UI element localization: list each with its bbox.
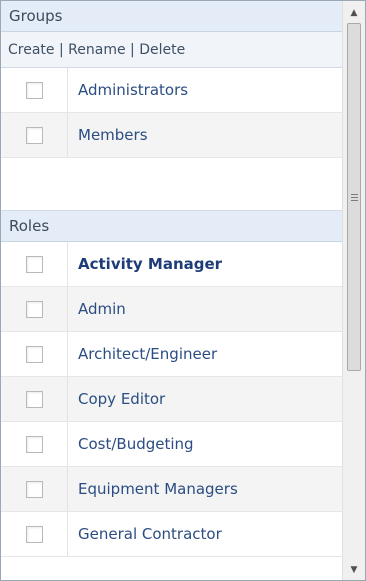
rename-group-link[interactable]: Rename <box>68 42 125 58</box>
scroll-down-arrow-icon[interactable]: ▼ <box>343 560 365 580</box>
role-checkbox-admin[interactable] <box>25 300 43 318</box>
role-label[interactable]: Cost/Budgeting <box>68 422 343 466</box>
role-checkbox-copy-editor[interactable] <box>25 390 43 408</box>
role-row-admin[interactable]: Admin <box>1 287 343 332</box>
scroll-up-arrow-icon[interactable]: ▲ <box>343 3 365 23</box>
role-row-architect-engineer[interactable]: Architect/Engineer <box>1 332 343 377</box>
groups-empty-space <box>1 158 343 211</box>
group-checkbox-administrators[interactable] <box>25 81 43 99</box>
checkbox-cell <box>1 287 68 331</box>
scrollbar-thumb[interactable] <box>347 23 361 371</box>
permissions-panel: Groups Create | Rename | Delete Administ… <box>0 0 366 581</box>
role-row-activity-manager[interactable]: Activity Manager <box>1 242 343 287</box>
checkbox-cell <box>1 68 68 112</box>
panel-content: Groups Create | Rename | Delete Administ… <box>1 1 343 580</box>
action-separator: | <box>58 42 64 58</box>
checkbox-cell <box>1 467 68 511</box>
role-label[interactable]: Equipment Managers <box>68 467 343 511</box>
checkbox-cell <box>1 332 68 376</box>
action-separator: | <box>130 42 135 58</box>
role-label[interactable]: Activity Manager <box>68 242 343 286</box>
groups-actions-bar: Create | Rename | Delete <box>1 32 343 68</box>
group-row-members[interactable]: Members <box>1 113 343 158</box>
checkbox-cell <box>1 422 68 466</box>
role-label[interactable]: General Contractor <box>68 512 343 556</box>
role-checkbox-equipment-managers[interactable] <box>25 480 43 498</box>
role-row-equipment-managers[interactable]: Equipment Managers <box>1 467 343 512</box>
delete-group-link[interactable]: Delete <box>139 42 185 58</box>
role-checkbox-activity-manager[interactable] <box>25 255 43 273</box>
checkbox-cell <box>1 242 68 286</box>
role-row-cost-budgeting[interactable]: Cost/Budgeting <box>1 422 343 467</box>
group-row-administrators[interactable]: Administrators <box>1 68 343 113</box>
group-label[interactable]: Members <box>68 113 343 157</box>
group-checkbox-members[interactable] <box>25 126 43 144</box>
group-label[interactable]: Administrators <box>68 68 343 112</box>
roles-header: Roles <box>1 211 343 242</box>
role-row-copy-editor[interactable]: Copy Editor <box>1 377 343 422</box>
groups-header: Groups <box>1 1 343 32</box>
checkbox-cell <box>1 377 68 421</box>
role-row-general-contractor[interactable]: General Contractor <box>1 512 343 557</box>
role-checkbox-general-contractor[interactable] <box>25 525 43 543</box>
role-checkbox-cost-budgeting[interactable] <box>25 435 43 453</box>
role-checkbox-architect-engineer[interactable] <box>25 345 43 363</box>
grip-icon <box>350 193 358 201</box>
role-label[interactable]: Copy Editor <box>68 377 343 421</box>
role-label[interactable]: Architect/Engineer <box>68 332 343 376</box>
checkbox-cell <box>1 512 68 556</box>
checkbox-cell <box>1 113 68 157</box>
vertical-scrollbar[interactable]: ▲ ▼ <box>342 1 365 580</box>
role-label[interactable]: Admin <box>68 287 343 331</box>
create-group-link[interactable]: Create <box>8 42 55 58</box>
